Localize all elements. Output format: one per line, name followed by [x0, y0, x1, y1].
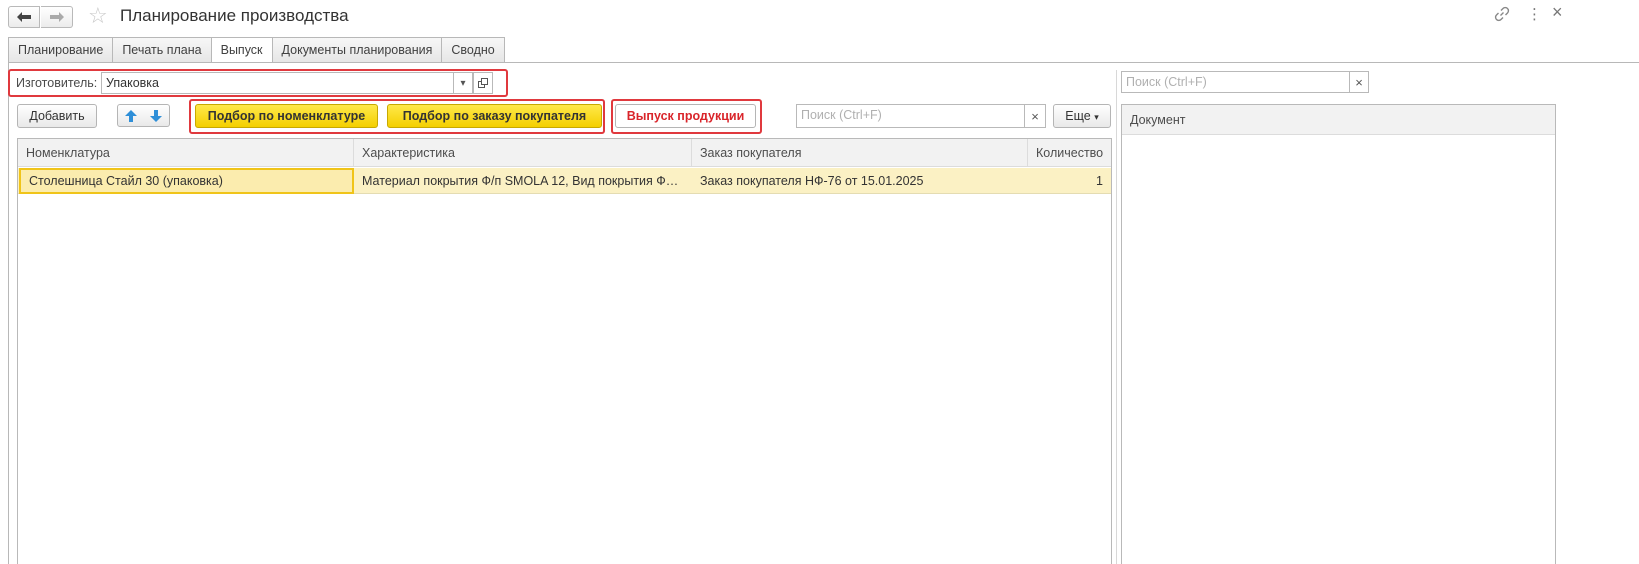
- forward-button[interactable]: [41, 6, 73, 28]
- chevron-down-icon: ▾: [1094, 112, 1099, 122]
- table-row[interactable]: Столешница Стайл 30 (упаковка) Материал …: [18, 168, 1111, 194]
- table-header: Номенклатура Характеристика Заказ покупа…: [18, 139, 1111, 167]
- arrow-up-icon: [124, 109, 137, 122]
- tab-planning-documents[interactable]: Документы планирования: [271, 37, 442, 63]
- link-icon[interactable]: [1494, 6, 1510, 27]
- column-header-document[interactable]: Документ: [1122, 105, 1555, 135]
- more-button[interactable]: Еще ▾: [1053, 104, 1111, 128]
- cell-customer-order[interactable]: Заказ покупателя НФ-76 от 15.01.2025: [692, 168, 1028, 194]
- column-header-customer-order[interactable]: Заказ покупателя: [692, 139, 1028, 167]
- column-header-nomenclature[interactable]: Номенклатура: [18, 139, 354, 167]
- more-label: Еще: [1065, 109, 1091, 123]
- add-button[interactable]: Добавить: [17, 104, 97, 128]
- search-input[interactable]: Поиск (Ctrl+F): [796, 104, 1025, 128]
- page-title: Планирование производства: [120, 6, 349, 25]
- search-placeholder: Поиск (Ctrl+F): [801, 108, 882, 122]
- open-icon: [478, 78, 488, 88]
- tab-panel-border-left: [8, 62, 9, 564]
- star-icon[interactable]: ☆: [88, 3, 108, 29]
- close-icon[interactable]: ×: [1552, 3, 1563, 21]
- manufacturer-input[interactable]: Упаковка: [101, 72, 454, 94]
- tab-panel-border: [8, 62, 1639, 63]
- tab-print-plan[interactable]: Печать плана: [112, 37, 211, 63]
- documents-table[interactable]: Документ: [1121, 104, 1556, 564]
- close-icon: ×: [1031, 108, 1039, 124]
- search-clear-button[interactable]: ×: [1024, 104, 1046, 128]
- tab-release[interactable]: Выпуск: [210, 37, 272, 63]
- cell-characteristic[interactable]: Материал покрытия Ф/п SMOLA 12, Вид покр…: [354, 168, 692, 194]
- cell-quantity[interactable]: 1: [1028, 168, 1111, 194]
- tab-planning[interactable]: Планирование: [8, 37, 113, 63]
- right-search-clear-button[interactable]: ×: [1349, 71, 1369, 93]
- more-vertical-icon[interactable]: ⋮: [1527, 6, 1542, 24]
- right-search-input[interactable]: Поиск (Ctrl+F): [1121, 71, 1350, 93]
- arrow-down-icon: [150, 109, 162, 122]
- panel-splitter[interactable]: [1116, 70, 1117, 564]
- column-header-characteristic[interactable]: Характеристика: [354, 139, 692, 167]
- tab-bar: Планирование Печать плана Выпуск Докумен…: [8, 37, 505, 63]
- manufacturer-label: Изготовитель:: [16, 76, 98, 90]
- back-button[interactable]: [8, 6, 40, 28]
- chevron-down-icon: ▾: [460, 77, 466, 89]
- right-search-placeholder: Поиск (Ctrl+F): [1126, 75, 1207, 89]
- arrow-right-icon: [49, 12, 64, 22]
- pick-by-nomenclature-button[interactable]: Подбор по номенклатуре: [195, 104, 378, 128]
- manufacturer-open-button[interactable]: [473, 72, 493, 94]
- tab-summary[interactable]: Сводно: [441, 37, 505, 63]
- documents-table-header: Документ: [1122, 105, 1555, 135]
- arrow-left-icon: [17, 12, 31, 22]
- column-header-quantity[interactable]: Количество: [1028, 139, 1111, 167]
- production-table[interactable]: Номенклатура Характеристика Заказ покупа…: [17, 138, 1112, 564]
- manufacturer-dropdown-button[interactable]: ▾: [453, 72, 473, 94]
- cell-nomenclature[interactable]: Столешница Стайл 30 (упаковка): [19, 168, 354, 194]
- move-up-button[interactable]: [117, 104, 144, 127]
- release-production-button[interactable]: Выпуск продукции: [615, 104, 756, 128]
- move-down-button[interactable]: [143, 104, 170, 127]
- close-icon: ×: [1355, 74, 1363, 90]
- pick-by-customer-order-button[interactable]: Подбор по заказу покупателя: [387, 104, 602, 128]
